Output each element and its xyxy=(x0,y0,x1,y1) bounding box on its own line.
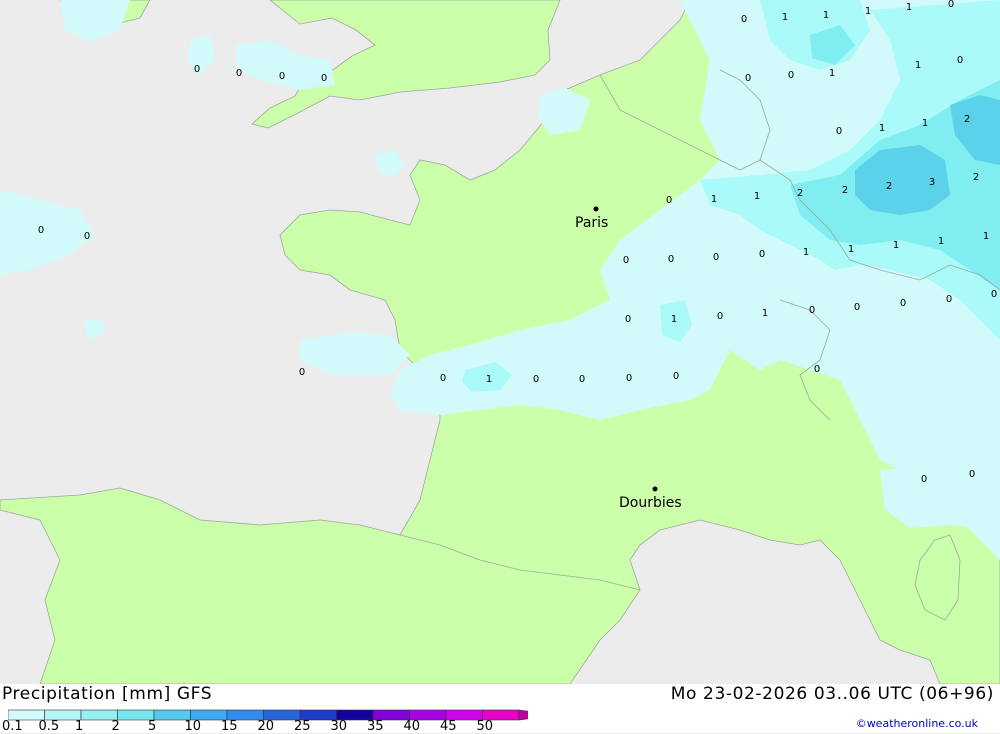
legend-tick-label: 0.5 xyxy=(38,719,60,734)
map-title: Precipitation [mm] GFS xyxy=(2,684,213,704)
legend-arrow xyxy=(518,709,558,721)
precip-value: 2 xyxy=(964,114,970,125)
precip-value: 0 xyxy=(741,14,747,25)
precip-value: 0 xyxy=(854,302,860,313)
precip-value: 2 xyxy=(886,181,892,192)
precip-value: 1 xyxy=(893,240,899,251)
legend-tick-label: 45 xyxy=(440,719,457,734)
precip-value: 0 xyxy=(625,314,631,325)
legend-tick-label: 20 xyxy=(257,719,275,734)
credit-link[interactable]: ©weatheronline.co.uk xyxy=(856,717,978,730)
precip-value: 1 xyxy=(803,247,809,258)
precip-value: 0 xyxy=(668,254,674,265)
precip-value: 0 xyxy=(948,0,954,10)
precip-value: 1 xyxy=(865,6,871,17)
precip-value: 0 xyxy=(809,305,815,316)
map-footer: Precipitation [mm] GFS Mo 23-02-2026 03.… xyxy=(0,684,1000,734)
legend-tick-label: 2 xyxy=(111,719,120,734)
precip-value: 0 xyxy=(666,195,672,206)
precip-value: 0 xyxy=(440,373,446,384)
precip-value: 0 xyxy=(745,73,751,84)
precip-value: 3 xyxy=(929,177,935,188)
precip-value: 0 xyxy=(673,371,679,382)
precip-value: 0 xyxy=(579,374,585,385)
precip-value: 1 xyxy=(762,308,768,319)
precip-value: 1 xyxy=(848,244,854,255)
precip-value: 0 xyxy=(194,64,200,75)
precip-value: 2 xyxy=(973,172,979,183)
city-marker-paris xyxy=(593,206,599,212)
legend-tick-label: 15 xyxy=(221,719,238,734)
precip-value: 1 xyxy=(782,12,788,23)
precip-value: 0 xyxy=(991,289,997,300)
precip-value: 1 xyxy=(711,194,717,205)
legend-tick-label: 5 xyxy=(148,719,157,734)
legend-tick-label: 50 xyxy=(476,719,494,734)
precip-value: 1 xyxy=(915,60,921,71)
precip-value: 0 xyxy=(533,374,539,385)
precip-value: 1 xyxy=(671,314,677,325)
legend-tick-label: 10 xyxy=(184,719,202,734)
precip-value: 0 xyxy=(713,252,719,263)
legend-tick-label: 40 xyxy=(403,719,421,734)
precip-value: 0 xyxy=(814,364,820,375)
precip-value: 0 xyxy=(321,73,327,84)
precip-value: 0 xyxy=(626,373,632,384)
precip-value: 0 xyxy=(299,367,305,378)
precip-value: 1 xyxy=(906,2,912,13)
precip-value: 0 xyxy=(279,71,285,82)
legend-tick-label: 1 xyxy=(75,719,84,734)
legend-tick-label: 0.1 xyxy=(2,719,23,734)
precip-value: 0 xyxy=(900,298,906,309)
precip-value: 0 xyxy=(84,231,90,242)
precip-value: 1 xyxy=(922,118,928,129)
precip-value: 0 xyxy=(969,469,975,480)
legend-tick-label: 30 xyxy=(330,719,348,734)
precip-value: 1 xyxy=(754,191,760,202)
precip-value: 1 xyxy=(486,374,492,385)
precip-value: 0 xyxy=(921,474,927,485)
precip-value: 0 xyxy=(759,249,765,260)
precip-value: 2 xyxy=(797,188,803,199)
precip-value: 1 xyxy=(823,10,829,21)
city-marker-dourbies xyxy=(652,486,658,492)
city-label-paris: Paris xyxy=(575,215,608,231)
precip-value: 0 xyxy=(957,55,963,66)
precip-value: 2 xyxy=(842,185,848,196)
precip-value: 1 xyxy=(829,68,835,79)
precip-value: 1 xyxy=(983,231,989,242)
precip-value: 0 xyxy=(788,70,794,81)
precip-value: 0 xyxy=(236,68,242,79)
precipitation-map: Paris Dourbies 0 1 1 1 1 0 0 0 0 0 0 0 1 1 0 0 1 1 2 1 1 2 2 2 3… xyxy=(0,0,1000,684)
precip-value: 0 xyxy=(717,311,723,322)
precip-value: 0 xyxy=(38,225,44,236)
legend-tick-label: 25 xyxy=(294,719,311,734)
precip-value: 1 xyxy=(879,123,885,134)
legend-tick-label: 35 xyxy=(367,719,384,734)
precip-value: 1 xyxy=(938,236,944,247)
city-label-dourbies: Dourbies xyxy=(619,495,682,511)
precip-value: 0 xyxy=(946,294,952,305)
map-datetime: Mo 23-02-2026 03..06 UTC (06+96) xyxy=(670,684,994,704)
precip-value: 0 xyxy=(836,126,842,137)
precip-value: 0 xyxy=(623,255,629,266)
